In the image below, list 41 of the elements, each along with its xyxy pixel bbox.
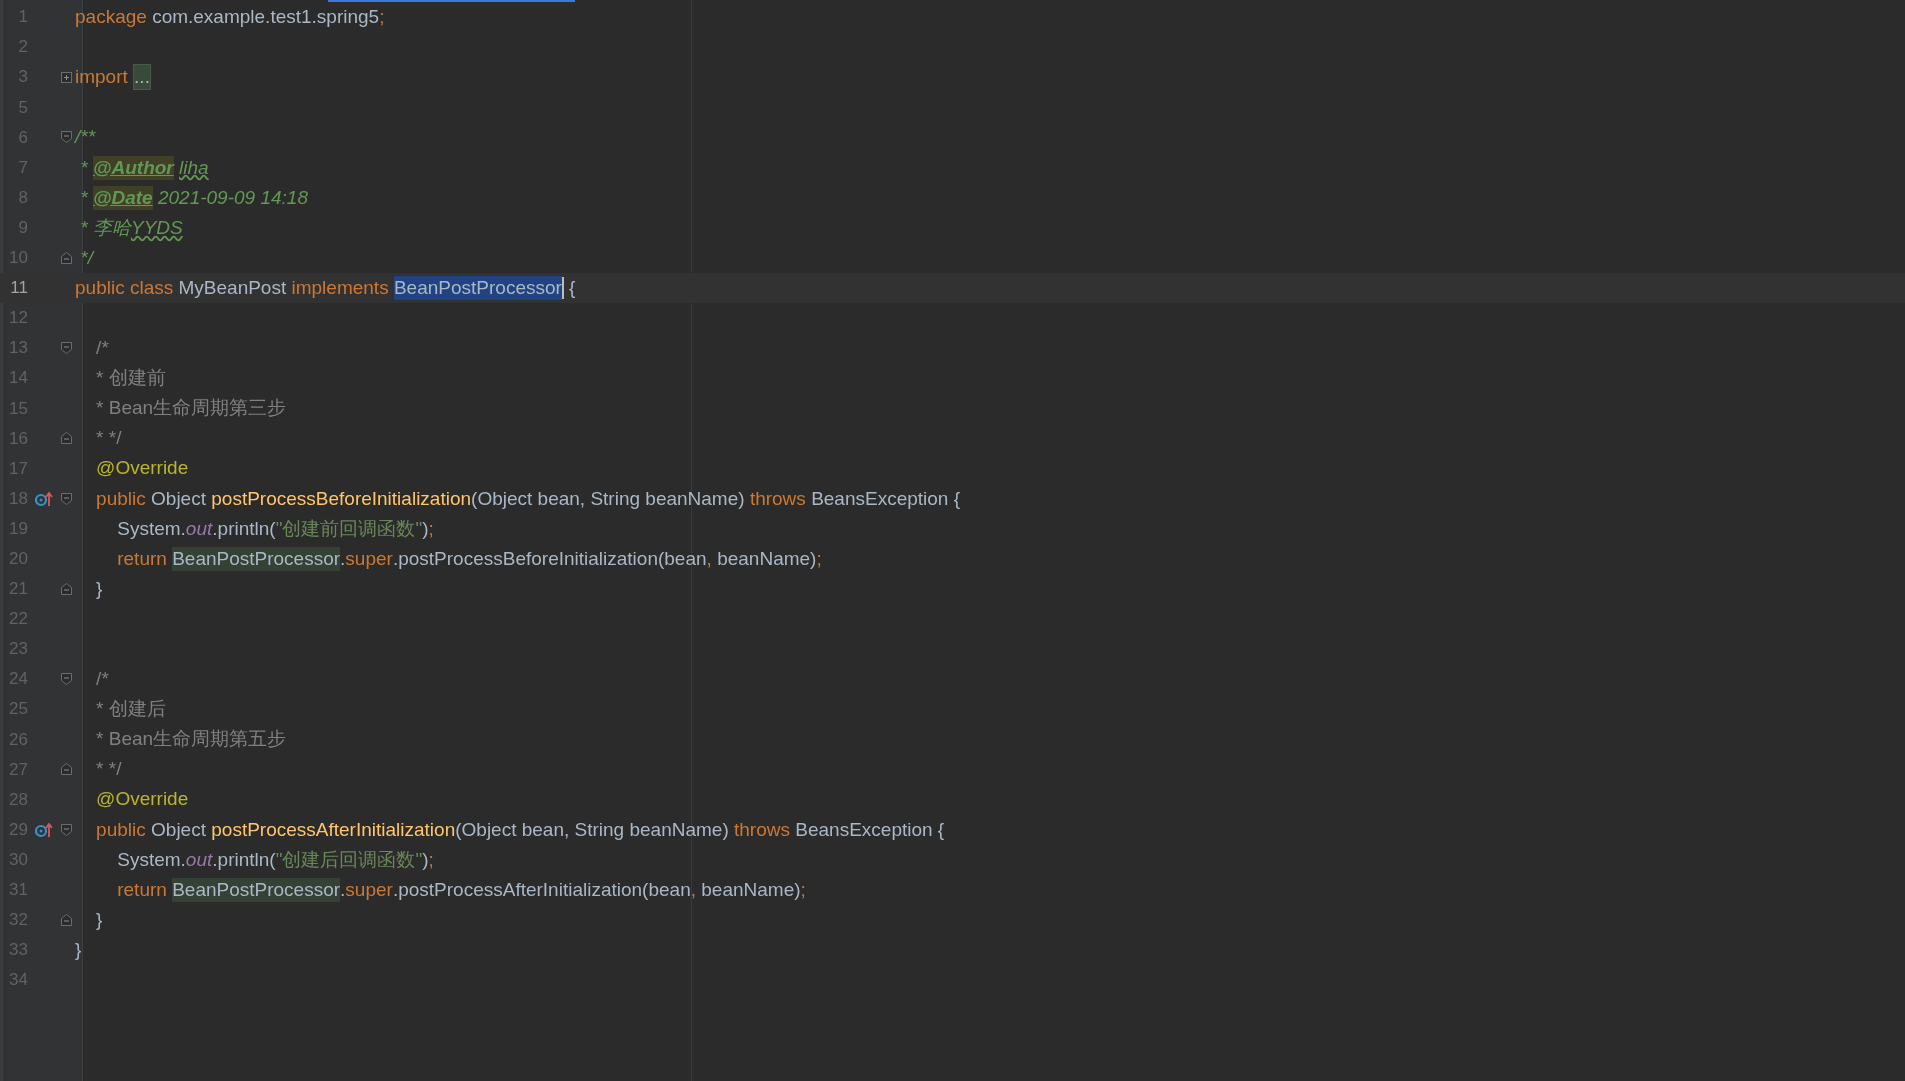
code-line: /* <box>95 667 109 692</box>
code-line: import ... <box>75 64 151 91</box>
code-line: } <box>95 576 103 601</box>
code-line: * */ <box>95 426 122 451</box>
code-line: * Bean生命周期第五步 <box>95 727 287 752</box>
fold-marker-icon[interactable] <box>60 582 72 595</box>
code-line: * 创建后 <box>95 697 166 722</box>
code-line: * @Date 2021-09-09 14:18 <box>79 185 308 210</box>
code-line: * Bean生命周期第三步 <box>95 396 287 421</box>
code-line: return BeanPostProcessor.super.postProcessAfterInitialization(bean, beanName); <box>116 877 806 902</box>
code-line: * @Author liha <box>79 155 209 180</box>
fold-marker-icon[interactable] <box>60 131 72 144</box>
fold-marker-icon[interactable] <box>60 673 72 686</box>
expand-marker-icon[interactable] <box>60 71 72 83</box>
fold-marker-icon[interactable] <box>60 823 72 836</box>
code-line: * 创建前 <box>95 366 166 391</box>
fold-marker-icon[interactable] <box>60 342 72 355</box>
code-line: System.out.println("创建前回调函数"); <box>116 516 434 541</box>
code-line: * */ <box>95 757 122 782</box>
code-line: System.out.println("创建后回调函数"); <box>116 847 434 872</box>
line-number: 11 <box>9 277 28 300</box>
override-gutter-icon[interactable] <box>35 490 53 507</box>
code-line: @Override <box>95 456 189 481</box>
code-line: } <box>95 907 103 932</box>
code-line: @Override <box>95 787 189 812</box>
fold-marker-icon[interactable] <box>60 913 72 926</box>
code-line: public Object postProcessAfterInitialization(Object bean, String beanName) throws BeansException { <box>95 817 945 842</box>
code-line: */ <box>79 245 93 270</box>
code-line: return BeanPostProcessor.super.postProcessBeforeInitialization(bean, beanName); <box>116 546 822 571</box>
code-line: } <box>75 937 82 962</box>
fold-marker-icon[interactable] <box>60 251 72 264</box>
code-line: public class MyBeanPost implements BeanPostProcessor { <box>75 275 576 300</box>
code-line: * 李哈YYDS <box>79 215 183 240</box>
override-gutter-icon[interactable] <box>35 821 53 838</box>
fold-marker-icon[interactable] <box>60 763 72 776</box>
code-line: package com.example.test1.spring5; <box>75 5 385 30</box>
code-line: public Object postProcessBeforeInitialization(Object bean, String beanName) throws BeansException { <box>95 486 961 511</box>
code-line: /* <box>95 336 109 361</box>
code-line: /** <box>75 125 96 150</box>
fold-marker-icon[interactable] <box>60 432 72 445</box>
fold-marker-icon[interactable] <box>60 492 72 505</box>
